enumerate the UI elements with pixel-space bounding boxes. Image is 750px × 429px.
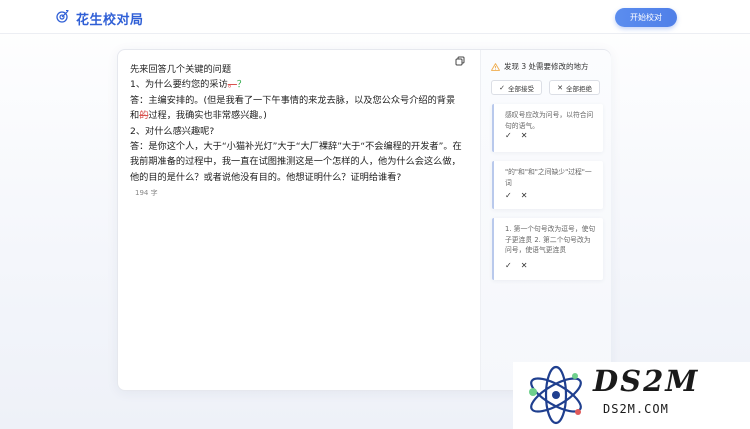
check-icon: ✓ (499, 84, 505, 92)
accept-check-icon[interactable]: ✓ (505, 131, 512, 142)
suggestion-text: "的"和"和"之间缺少"过程"一词 (505, 168, 592, 187)
editor-line: 和的过程，我确实也非常感兴趣。) (130, 108, 464, 123)
warning-icon (491, 62, 500, 71)
app-title: 花生校对局 (76, 13, 144, 28)
reject-all-button[interactable]: ✕ 全部拒绝 (549, 80, 600, 95)
line-text: 过程，我确实也非常感兴趣。) (148, 110, 267, 122)
line-text: 和 (130, 110, 140, 122)
target-logo-icon (56, 10, 69, 23)
reject-x-icon[interactable]: ✕ (521, 131, 528, 142)
editor-line: 2、对什么感兴趣呢? (130, 125, 215, 137)
line-text: 1、为什么要约您的采访 (130, 79, 228, 91)
suggestion-text: 感叹号应改为问号，以符合问句的语气。 (505, 111, 594, 130)
issue-summary: 发现 3 处需要修改的地方 (504, 62, 589, 71)
editor-line: 我前期准备的过程中，我一直在试图推测这是一个怎样的人，他为什么会这么做， (130, 156, 461, 168)
watermark-title: DS2M (593, 364, 700, 398)
watermark-url: DS2M.COM (603, 402, 669, 416)
suggestion-card: 1. 第一个句号改为逗号，使句子更连贯 2. 第二个句号改为问号，使语气更连贯 … (492, 218, 603, 280)
reject-x-icon[interactable]: ✕ (521, 191, 528, 202)
deleted-text: 。 (227, 79, 237, 91)
suggestion-card: "的"和"和"之间缺少"过程"一词 ✓ ✕ (492, 161, 603, 209)
reject-all-label: 全部拒绝 (565, 85, 592, 93)
editor-card: 先来回答几个关键的问题 1、为什么要约您的采访。？ 答：主编安排的。(但是我看了… (117, 49, 611, 391)
start-proofread-button[interactable]: 开始校对 (615, 8, 677, 27)
reject-x-icon[interactable]: ✕ (521, 261, 528, 272)
editor-line: 答：主编安排的。(但是我看了一下午事情的来龙去脉，以及您公众号介绍的背景 (130, 94, 456, 106)
panel-header: 发现 3 处需要修改的地方 (491, 61, 589, 72)
accept-check-icon[interactable]: ✓ (505, 261, 512, 272)
accept-check-icon[interactable]: ✓ (505, 191, 512, 202)
accept-all-label: 全部接受 (507, 85, 534, 93)
suggestion-text: 1. 第一个句号改为逗号，使句子更连贯 2. 第二个句号改为问号，使语气更连贯 (505, 225, 596, 254)
editor-line: 答：是你这个人，大于“小猫补光灯”大于“大厂裸辞”大于“不会编程的开发者”。在 (130, 141, 462, 153)
deleted-text: 的 (139, 110, 149, 122)
suggestion-panel: 发现 3 处需要修改的地方 ✓ 全部接受 ✕ 全部拒绝 感叹号应改为问号，以符合问句… (480, 50, 611, 390)
editor-line: 1、为什么要约您的采访。？ (130, 77, 464, 92)
word-count: 194 字 (135, 189, 158, 198)
atom-logo-icon (529, 365, 582, 425)
app-header: 花生校对局 开始校对 (0, 0, 750, 34)
suggestion-card: 感叹号应改为问号，以符合问句的语气。 ✓ ✕ (492, 104, 603, 152)
inserted-text: ？ (236, 79, 247, 91)
accept-all-button[interactable]: ✓ 全部接受 (491, 80, 542, 95)
editor-line: 先来回答几个关键的问题 (130, 64, 232, 75)
text-editor[interactable]: 先来回答几个关键的问题 1、为什么要约您的采访。？ 答：主编安排的。(但是我看了… (130, 62, 464, 202)
watermark: DS2M DS2M.COM (513, 362, 750, 429)
editor-line: 他的目的是什么？或者说他没有目的。他想证明什么？证明给谁看? (130, 171, 402, 183)
close-icon: ✕ (557, 84, 563, 92)
